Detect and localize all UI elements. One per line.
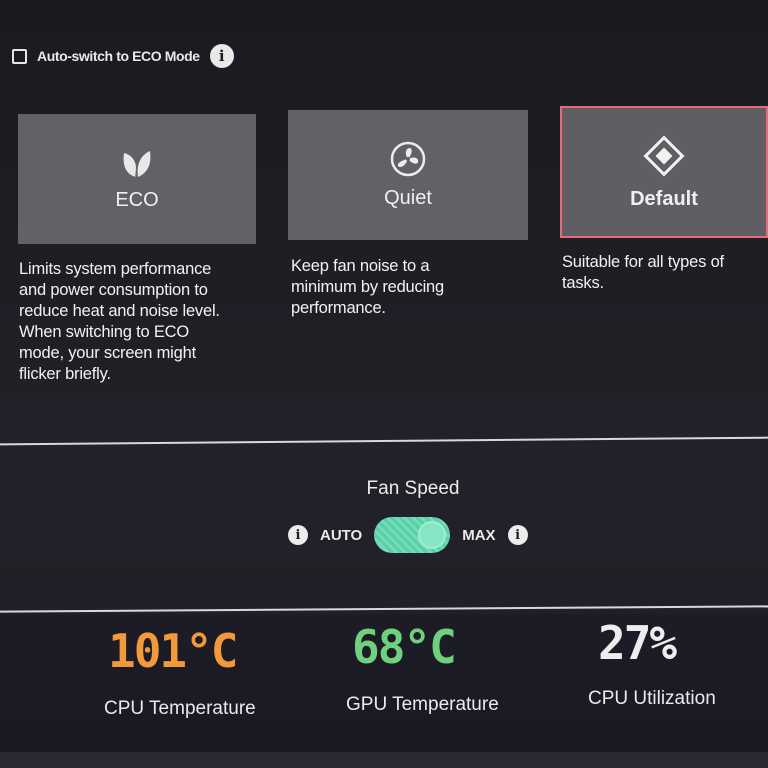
mode-card-quiet[interactable]: Quiet	[288, 110, 528, 240]
fan-speed-control: i AUTO MAX i	[288, 517, 528, 553]
mode-card-default[interactable]: Default	[560, 106, 768, 238]
mode-card-eco[interactable]: ECO	[18, 114, 256, 244]
mode-description-quiet: Keep fan noise to a minimum by reducing …	[291, 256, 541, 319]
eco-desc-line: flicker briefly.	[19, 365, 111, 383]
default-desc-line: tasks.	[562, 274, 604, 292]
performance-settings-screen: Auto-switch to ECO Mode i ECO Quiet Defa…	[0, 0, 768, 768]
default-desc-line: Suitable for all types of	[562, 253, 724, 271]
quiet-desc-line: performance.	[291, 299, 386, 317]
fan-speed-auto-label[interactable]: AUTO	[320, 527, 362, 544]
mode-description-eco: Limits system performance and power cons…	[19, 259, 269, 385]
cpu-utilization-label: CPU Utilization	[588, 688, 716, 709]
mode-label-eco: ECO	[115, 188, 159, 211]
eco-desc-line: When switching to ECO	[19, 323, 190, 341]
leaf-icon	[123, 150, 151, 177]
eco-desc-line: and power consumption to	[19, 281, 208, 299]
eco-desc-line: reduce heat and noise level.	[19, 302, 220, 320]
fan-speed-title: Fan Speed	[366, 478, 460, 499]
eco-desc-line: mode, your screen might	[19, 344, 196, 362]
gpu-temperature-label: GPU Temperature	[346, 694, 499, 715]
stats-divider	[0, 605, 768, 613]
cpu-utilization-value: 27%	[598, 616, 677, 670]
mode-description-default: Suitable for all types of tasks.	[562, 252, 766, 294]
quiet-desc-line: Keep fan noise to a	[291, 257, 430, 275]
auto-switch-row: Auto-switch to ECO Mode i	[12, 44, 234, 68]
fan-speed-toggle[interactable]	[374, 517, 451, 553]
eco-desc-line: Limits system performance	[19, 260, 212, 278]
auto-info-icon[interactable]: i	[288, 525, 308, 545]
section-divider	[0, 436, 768, 446]
diamond-icon	[643, 134, 685, 177]
auto-switch-label[interactable]: Auto-switch to ECO Mode	[37, 48, 200, 64]
cpu-temperature-label: CPU Temperature	[104, 698, 256, 719]
auto-switch-info-icon[interactable]: i	[209, 44, 234, 68]
toggle-knob[interactable]	[418, 521, 447, 549]
mode-label-quiet: Quiet	[384, 186, 432, 209]
quiet-desc-line: minimum by reducing	[291, 278, 445, 296]
fan-icon	[390, 141, 426, 176]
fan-speed-max-label[interactable]: MAX	[462, 527, 495, 544]
system-stats-panel: 101°C CPU Temperature 68°C GPU Temperatu…	[0, 614, 768, 754]
auto-switch-checkbox[interactable]	[12, 48, 27, 64]
mode-label-default: Default	[630, 187, 698, 210]
max-info-icon[interactable]: i	[507, 525, 528, 545]
bottom-bar	[0, 752, 768, 768]
cpu-temperature-value: 101°C	[108, 624, 238, 678]
gpu-temperature-value: 68°C	[352, 620, 457, 674]
